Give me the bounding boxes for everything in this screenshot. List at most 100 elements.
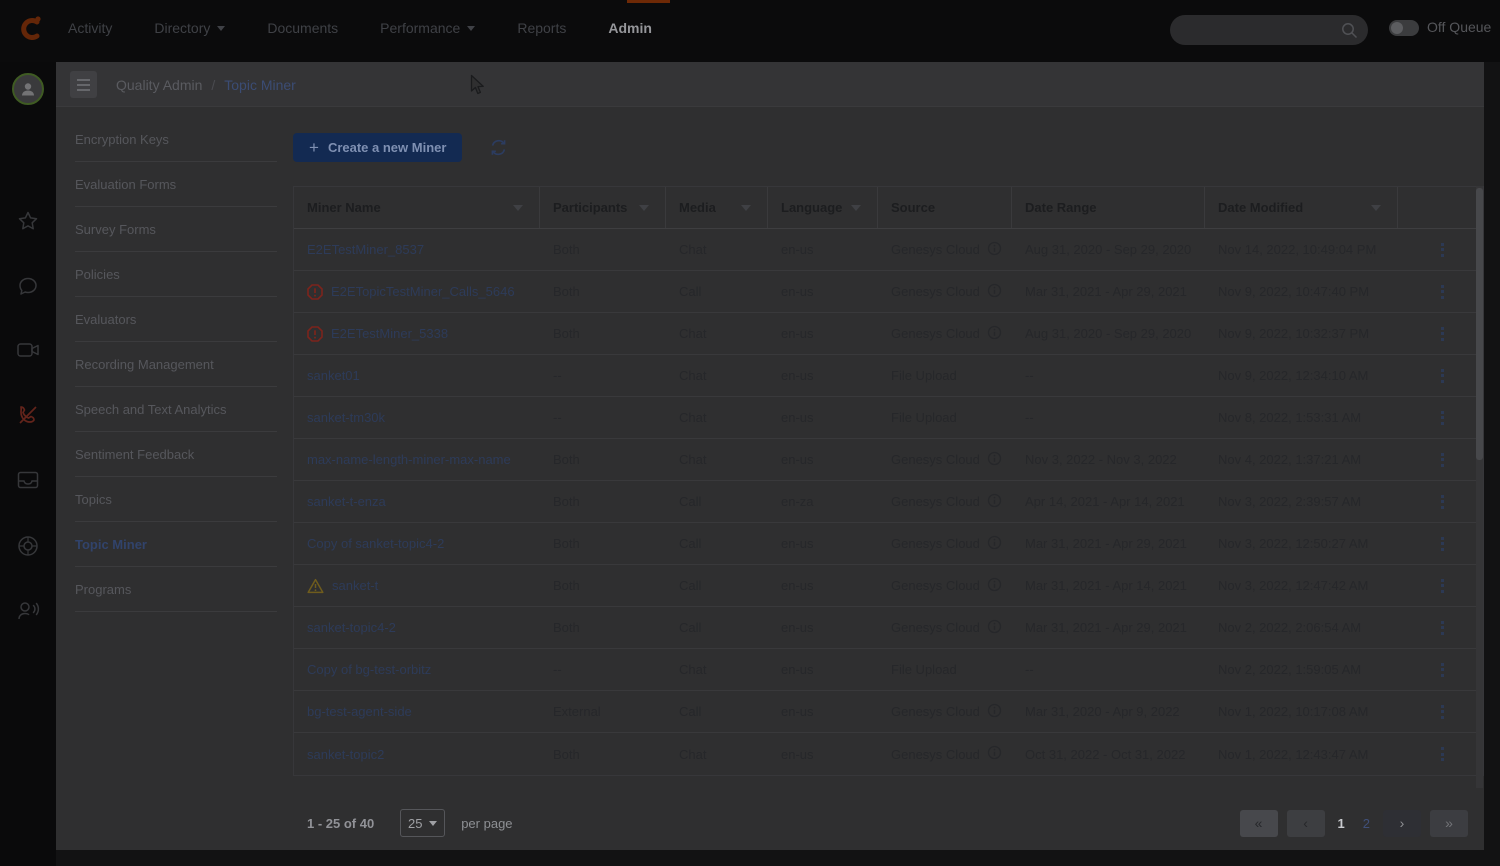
next-page-button[interactable]: ›	[1383, 810, 1421, 837]
row-menu-button[interactable]	[1437, 449, 1448, 471]
prev-page-button[interactable]: ‹	[1287, 810, 1325, 837]
date-modified-cell: Nov 9, 2022, 12:34:10 AM	[1205, 355, 1398, 396]
menu-toggle-button[interactable]	[70, 71, 97, 98]
row-menu-button[interactable]	[1437, 659, 1448, 681]
sidebar-item-survey-forms[interactable]: Survey Forms	[56, 207, 293, 252]
column-header-date-range[interactable]: Date Range	[1012, 187, 1205, 228]
breadcrumb-section[interactable]: Quality Admin	[116, 77, 202, 93]
create-miner-button[interactable]: + Create a new Miner	[293, 133, 462, 162]
column-header-participants[interactable]: Participants	[540, 187, 666, 228]
miner-name-link[interactable]: bg-test-agent-side	[307, 704, 412, 719]
sort-filter-icon[interactable]	[851, 205, 861, 211]
miner-name-link[interactable]: sanket-t-enza	[307, 494, 386, 509]
miner-name-link[interactable]: sanket01	[307, 368, 360, 383]
miner-name-link[interactable]: max-name-length-miner-max-name	[307, 452, 511, 467]
row-menu-button[interactable]	[1437, 743, 1448, 765]
chevron-down-icon	[217, 26, 225, 31]
nav-item-activity[interactable]: Activity	[68, 20, 112, 36]
sidebar-item-topics[interactable]: Topics	[56, 477, 293, 522]
miner-name-link[interactable]: E2ETestMiner_8537	[307, 242, 424, 257]
info-icon[interactable]	[987, 283, 1002, 301]
column-header-miner-name[interactable]: Miner Name	[294, 187, 540, 228]
row-menu-button[interactable]	[1437, 575, 1448, 597]
sort-filter-icon[interactable]	[639, 205, 649, 211]
column-header-actions[interactable]	[1398, 187, 1483, 228]
info-icon[interactable]	[987, 325, 1002, 343]
row-menu-button[interactable]	[1437, 407, 1448, 429]
nav-item-performance[interactable]: Performance	[380, 20, 475, 36]
sidebar-item-recording-management[interactable]: Recording Management	[56, 342, 293, 387]
info-icon[interactable]	[987, 703, 1002, 721]
sidebar-item-evaluation-forms[interactable]: Evaluation Forms	[56, 162, 293, 207]
refresh-icon[interactable]	[489, 138, 508, 157]
last-page-button[interactable]: »	[1430, 810, 1468, 837]
miner-name-link[interactable]: E2ETestMiner_5338	[331, 326, 448, 341]
miner-name-link[interactable]: sanket-tm30k	[307, 410, 385, 425]
sort-filter-icon[interactable]	[741, 205, 751, 211]
row-menu-button[interactable]	[1437, 491, 1448, 513]
row-menu-button[interactable]	[1437, 617, 1448, 639]
table-scrollbar[interactable]	[1476, 186, 1483, 788]
participants-cell: --	[540, 649, 666, 690]
row-menu-button[interactable]	[1437, 239, 1448, 261]
sort-filter-icon[interactable]	[513, 205, 523, 211]
nav-item-directory[interactable]: Directory	[154, 20, 225, 36]
row-menu-button[interactable]	[1437, 281, 1448, 303]
page-size-select[interactable]: 25	[400, 809, 445, 837]
miner-name-link[interactable]: Copy of sanket-topic4-2	[307, 536, 444, 551]
info-icon[interactable]	[987, 535, 1002, 553]
scrollbar-thumb[interactable]	[1476, 188, 1483, 460]
sort-filter-icon[interactable]	[1371, 205, 1381, 211]
sidebar-item-speech-and-text-analytics[interactable]: Speech and Text Analytics	[56, 387, 293, 432]
pager: « ‹ 12 › »	[1240, 810, 1468, 837]
language-cell: en-us	[768, 355, 878, 396]
miner-name-link[interactable]: sanket-topic2	[307, 747, 384, 762]
page-number-2[interactable]: 2	[1359, 816, 1374, 831]
sidebar-item-encryption-keys[interactable]: Encryption Keys	[56, 117, 293, 162]
favorites-star-icon[interactable]	[0, 210, 56, 232]
info-icon[interactable]	[987, 619, 1002, 637]
info-icon[interactable]	[987, 577, 1002, 595]
participants-cell: External	[540, 691, 666, 732]
info-icon[interactable]	[987, 451, 1002, 469]
user-avatar[interactable]	[12, 73, 44, 105]
miner-name-link[interactable]: Copy of bg-test-orbitz	[307, 662, 431, 677]
page-number-1[interactable]: 1	[1334, 816, 1349, 831]
miner-name-link[interactable]: sanket-t	[332, 578, 378, 593]
info-icon[interactable]	[987, 241, 1002, 259]
miner-name-link[interactable]: E2ETopicTestMiner_Calls_5646	[331, 284, 515, 299]
search-input[interactable]	[1184, 15, 1334, 45]
phone-disabled-icon[interactable]	[0, 403, 56, 427]
date-range-cell: --	[1012, 397, 1205, 438]
row-menu-button[interactable]	[1437, 701, 1448, 723]
support-ring-icon[interactable]	[0, 534, 56, 558]
miner-name-link[interactable]: sanket-topic4-2	[307, 620, 396, 635]
nav-item-reports[interactable]: Reports	[517, 20, 566, 36]
sidebar-item-policies[interactable]: Policies	[56, 252, 293, 297]
sidebar-item-evaluators[interactable]: Evaluators	[56, 297, 293, 342]
nav-item-documents[interactable]: Documents	[267, 20, 338, 36]
miner-name-cell: E2ETestMiner_8537	[294, 229, 540, 270]
row-menu-button[interactable]	[1437, 533, 1448, 555]
genesys-logo-icon[interactable]	[17, 13, 43, 45]
nav-item-admin[interactable]: Admin	[608, 20, 652, 36]
column-header-date-modified[interactable]: Date Modified	[1205, 187, 1398, 228]
video-call-icon[interactable]	[0, 341, 56, 359]
agent-voice-icon[interactable]	[0, 599, 56, 623]
sidebar-item-programs[interactable]: Programs	[56, 567, 293, 612]
column-header-source[interactable]: Source	[878, 187, 1012, 228]
off-queue-toggle[interactable]	[1389, 20, 1419, 36]
sidebar-item-topic-miner[interactable]: Topic Miner	[56, 522, 293, 567]
media-cell: Chat	[666, 355, 768, 396]
column-header-language[interactable]: Language	[768, 187, 878, 228]
info-icon[interactable]	[987, 745, 1002, 763]
row-menu-button[interactable]	[1437, 365, 1448, 387]
info-icon[interactable]	[987, 493, 1002, 511]
date-range-cell: Oct 31, 2022 - Oct 31, 2022	[1012, 733, 1205, 775]
column-header-media[interactable]: Media	[666, 187, 768, 228]
sidebar-item-sentiment-feedback[interactable]: Sentiment Feedback	[56, 432, 293, 477]
inbox-icon[interactable]	[0, 470, 56, 490]
chat-icon[interactable]	[0, 275, 56, 297]
row-menu-button[interactable]	[1437, 323, 1448, 345]
first-page-button[interactable]: «	[1240, 810, 1278, 837]
